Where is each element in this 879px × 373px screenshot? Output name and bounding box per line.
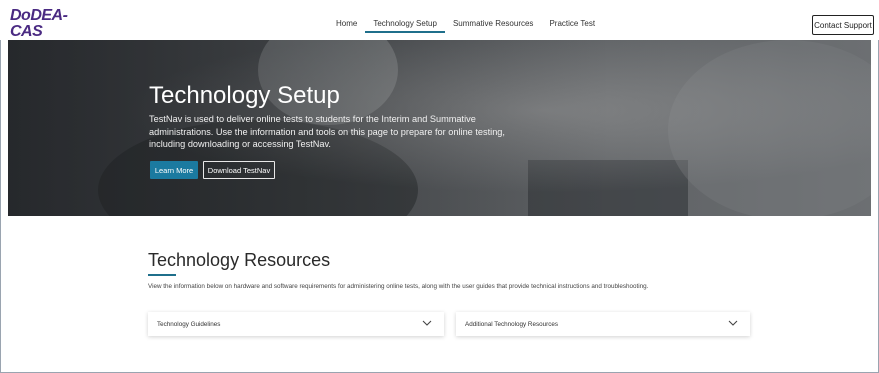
logo-wordmark: DoDEA-CAS (10, 7, 68, 40)
hero-banner: Technology Setup TestNav is used to deli… (8, 40, 871, 216)
accordion-additional-technology-resources[interactable]: Additional Technology Resources (456, 312, 750, 336)
learn-more-button[interactable]: Learn More (150, 161, 198, 179)
accordion-label: Additional Technology Resources (465, 320, 558, 328)
accordion-technology-guidelines[interactable]: Technology Guidelines (148, 312, 444, 336)
main-nav: Home Technology Setup Summative Resource… (328, 13, 603, 39)
chevron-down-icon (728, 320, 738, 326)
title-accent-underline (148, 274, 176, 276)
accordion-label: Technology Guidelines (157, 320, 221, 328)
hero-description: TestNav is used to deliver online tests … (149, 114, 505, 149)
dodea-cas-logo[interactable]: DoDEA-CAS COMPREHENSIVE ASSESSMENT SYSTE… (10, 8, 90, 48)
download-testnav-button[interactable]: Download TestNav (203, 161, 275, 179)
contact-support-button[interactable]: Contact Support (812, 15, 874, 35)
hero-title: Technology Setup (149, 82, 340, 109)
technology-resources-description: View the information below on hardware a… (148, 283, 649, 290)
nav-technology-setup[interactable]: Technology Setup (365, 13, 445, 33)
technology-resources-title: Technology Resources (148, 250, 331, 270)
chevron-down-icon (422, 320, 432, 326)
nav-summative-resources[interactable]: Summative Resources (445, 13, 541, 33)
nav-practice-test[interactable]: Practice Test (541, 13, 603, 33)
nav-home[interactable]: Home (328, 13, 365, 33)
site-header: DoDEA-CAS COMPREHENSIVE ASSESSMENT SYSTE… (0, 0, 879, 48)
